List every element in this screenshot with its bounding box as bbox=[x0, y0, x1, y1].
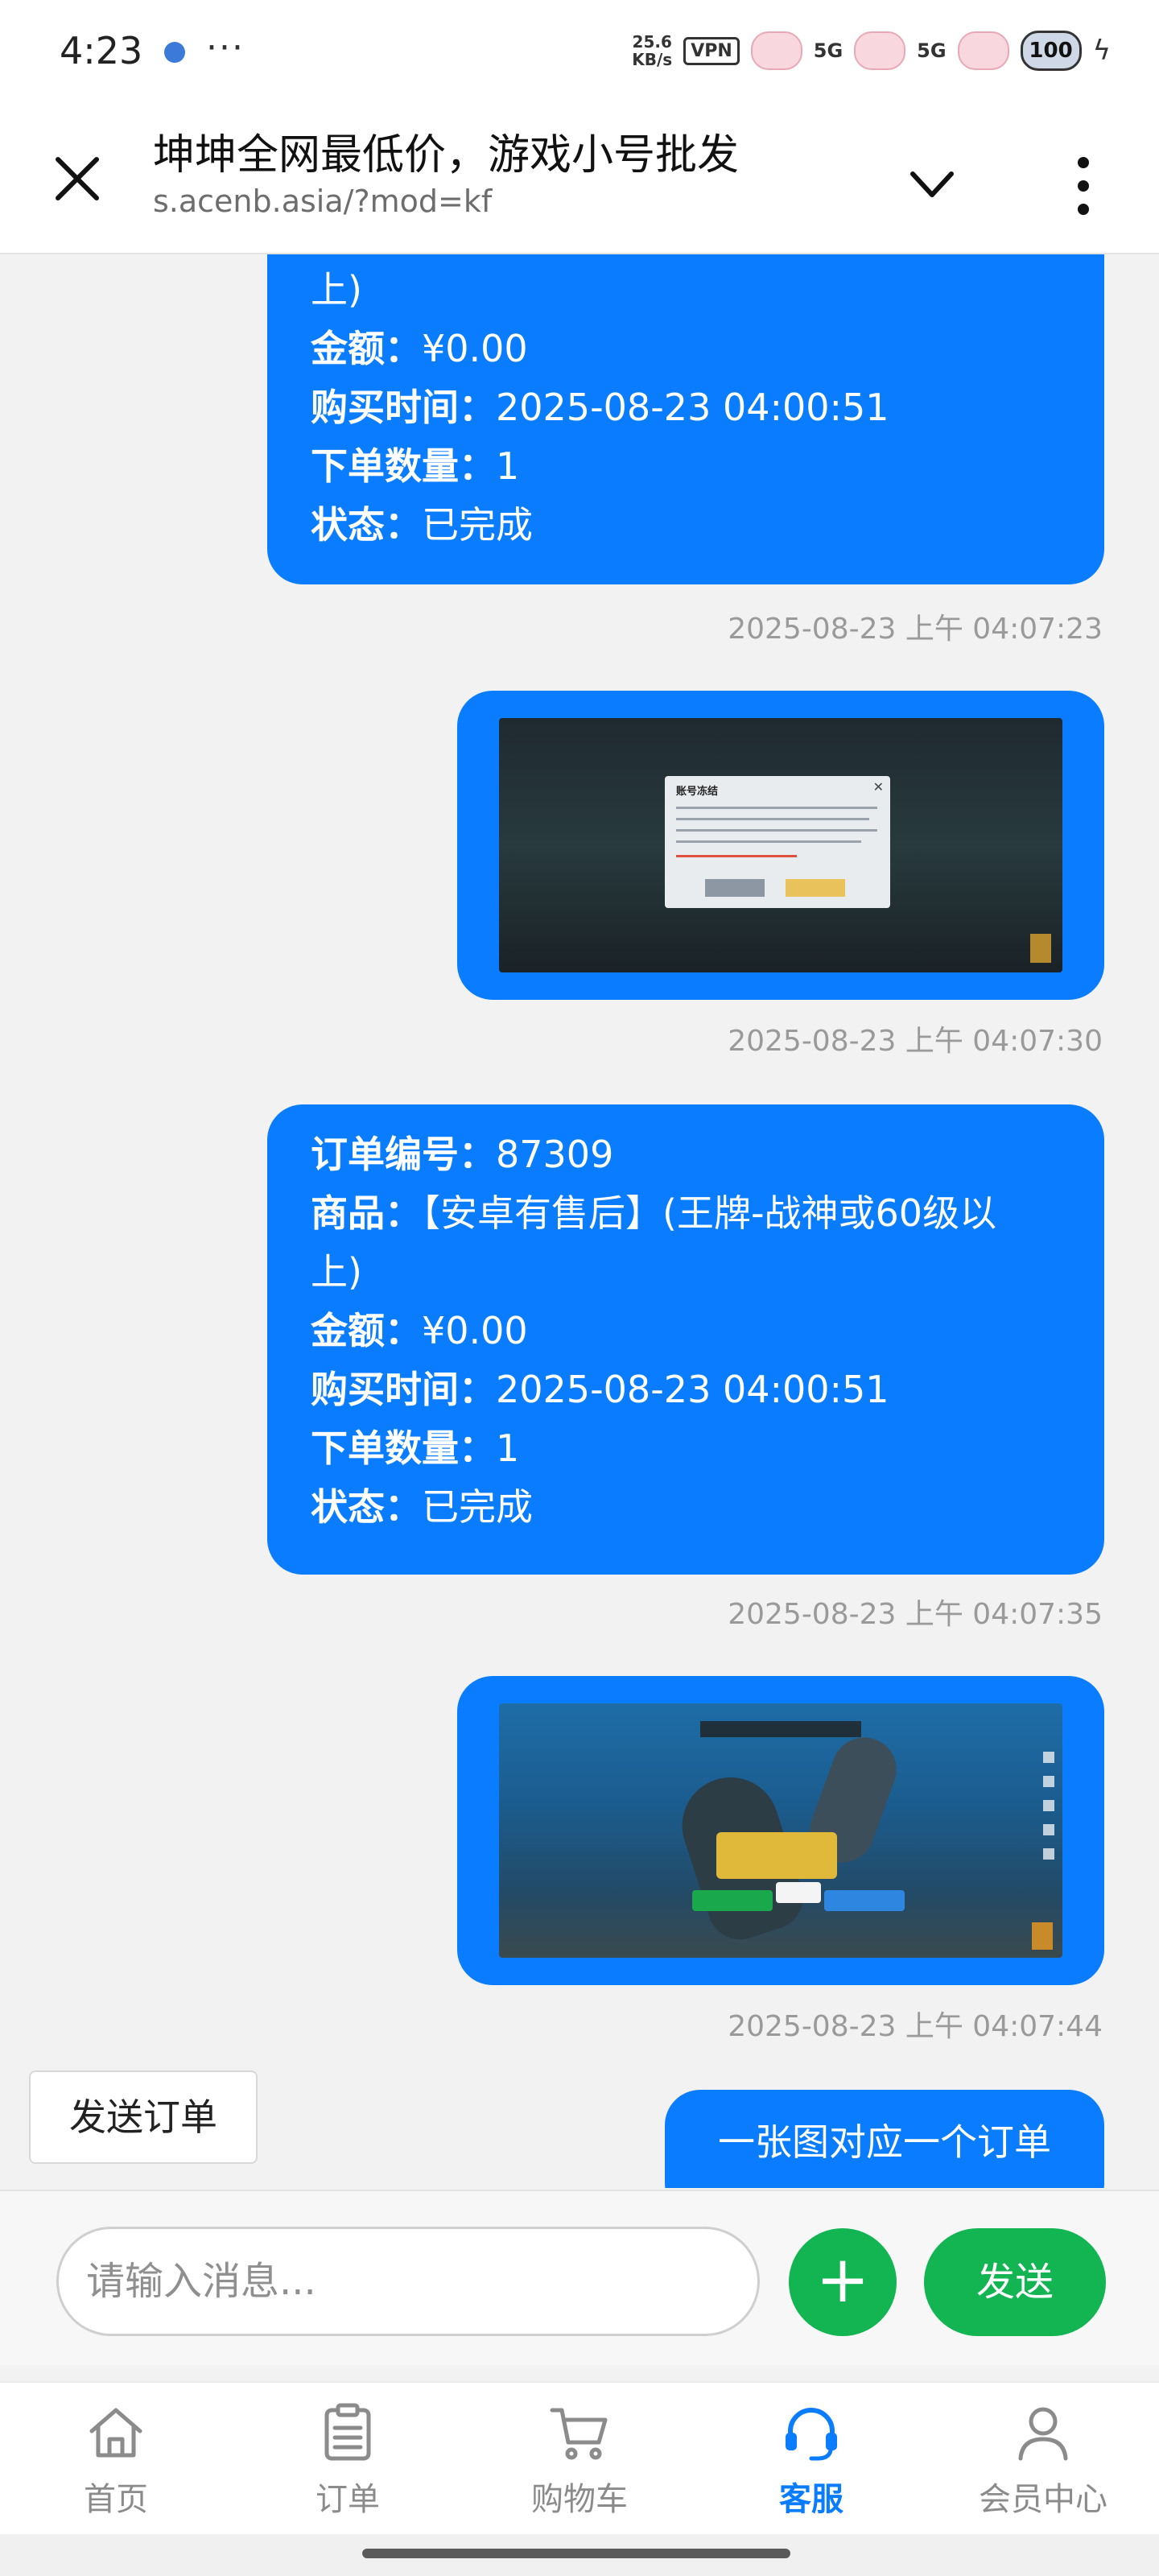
message-timestamp: 2025-08-23 上午 04:07:35 bbox=[728, 1598, 1103, 1631]
more-notifications-icon: ··· bbox=[206, 27, 245, 68]
order-purchase-time: 购买时间：2025-08-23 04:00:51 bbox=[311, 1368, 889, 1411]
add-attachment-button[interactable]: + bbox=[789, 2228, 897, 2336]
nav-label: 客服 bbox=[779, 2481, 843, 2518]
game-screenshot-image[interactable]: 账号冻结 ✕ bbox=[499, 718, 1062, 972]
app-notification-icon bbox=[164, 42, 185, 63]
page-url: s.acenb.asia/?mod=kf bbox=[153, 184, 493, 219]
network-speed-value: 25.6 bbox=[632, 32, 672, 52]
game-logo bbox=[716, 1832, 837, 1879]
dialog-title: 账号冻结 bbox=[676, 786, 719, 798]
network-speed-unit: KB/s bbox=[632, 50, 673, 69]
home-icon bbox=[89, 2408, 142, 2458]
cat-sticker-icon bbox=[750, 31, 802, 70]
order-purchase-time: 购买时间：2025-08-23 04:00:51 bbox=[311, 386, 889, 429]
message-input[interactable] bbox=[56, 2227, 760, 2336]
status-bar: 4:23 ··· 25.6 KB/s VPN 5G 5G 100 ϟ bbox=[0, 0, 1159, 105]
game-notice-bar bbox=[700, 1721, 861, 1737]
nav-label: 订单 bbox=[316, 2481, 380, 2518]
nav-item-home[interactable]: 首页 bbox=[0, 2383, 232, 2536]
nav-item-orders[interactable]: 订单 bbox=[232, 2383, 464, 2536]
message-timestamp: 2025-08-23 上午 04:07:44 bbox=[728, 2010, 1103, 2043]
nav-item-support[interactable]: 客服 bbox=[695, 2383, 927, 2536]
clipboard-icon bbox=[324, 2403, 371, 2461]
close-icon[interactable] bbox=[50, 151, 105, 206]
nav-label: 购物车 bbox=[531, 2481, 628, 2518]
dialog-warning-line bbox=[676, 855, 797, 857]
image-message-bubble[interactable] bbox=[457, 1676, 1104, 1985]
cart-icon bbox=[550, 2408, 608, 2460]
order-quantity: 下单数量：1 bbox=[311, 1426, 520, 1470]
cat-sticker-icon bbox=[854, 31, 906, 70]
send-button[interactable]: 发送 bbox=[924, 2228, 1106, 2336]
dialog-button bbox=[786, 879, 845, 897]
game-login-button bbox=[692, 1890, 773, 1911]
order-amount: 金额：¥0.00 bbox=[311, 327, 528, 370]
order-product-cont: 上) bbox=[311, 1250, 362, 1294]
chevron-down-icon[interactable] bbox=[906, 164, 958, 204]
game-toast bbox=[776, 1882, 821, 1903]
send-order-button[interactable]: 发送订单 bbox=[29, 2070, 258, 2164]
chat-area[interactable]: 上) 金额：¥0.00 购买时间：2025-08-23 04:00:51 下单数… bbox=[0, 254, 1159, 2188]
message-timestamp: 2025-08-23 上午 04:07:23 bbox=[728, 613, 1103, 646]
text-message-bubble: 一张图对应一个订单 bbox=[665, 2090, 1104, 2188]
game-badge-icon bbox=[1030, 934, 1051, 963]
order-quantity: 下单数量：1 bbox=[311, 444, 520, 488]
user-icon bbox=[1018, 2407, 1068, 2461]
order-line: 上) bbox=[311, 268, 362, 312]
game-login-button bbox=[824, 1890, 905, 1911]
bottom-navigation: 首页 订单 购物车 客服 会员中心 bbox=[0, 2381, 1159, 2536]
order-message-bubble: 订单编号：87309 商品：【安卓有售后】(王牌-战神或60级以 上) 金额：¥… bbox=[267, 1104, 1104, 1575]
headset-icon bbox=[786, 2408, 837, 2461]
message-timestamp: 2025-08-23 上午 04:07:30 bbox=[728, 1025, 1103, 1058]
dialog-button bbox=[705, 879, 765, 897]
game-screenshot-image[interactable] bbox=[499, 1703, 1062, 1958]
signal-5g-icon: 5G bbox=[917, 39, 947, 62]
dialog-text-line bbox=[676, 829, 877, 832]
status-indicators: 25.6 KB/s VPN 5G 5G 100 ϟ bbox=[632, 31, 1111, 71]
dialog-text-line bbox=[676, 818, 869, 820]
browser-header: 坤坤全网最低价，游戏小号批发 s.acenb.asia/?mod=kf bbox=[0, 105, 1159, 254]
cat-sticker-icon bbox=[957, 31, 1009, 70]
more-menu-icon[interactable] bbox=[1059, 150, 1107, 222]
nav-item-member-center[interactable]: 会员中心 bbox=[927, 2383, 1159, 2536]
message-text: 一张图对应一个订单 bbox=[718, 2120, 1051, 2164]
signal-5g-icon: 5G bbox=[813, 39, 843, 62]
message-input-bar: + 发送 bbox=[0, 2190, 1159, 2365]
nav-label: 首页 bbox=[84, 2481, 148, 2518]
battery-icon: 100 bbox=[1020, 31, 1082, 71]
order-number: 订单编号：87309 bbox=[311, 1133, 614, 1176]
image-message-bubble[interactable]: 账号冻结 ✕ bbox=[457, 691, 1104, 1000]
order-message-bubble: 上) 金额：¥0.00 购买时间：2025-08-23 04:00:51 下单数… bbox=[267, 254, 1104, 584]
order-product: 商品：【安卓有售后】(王牌-战神或60级以 bbox=[311, 1191, 997, 1235]
game-side-icons bbox=[1043, 1752, 1054, 1872]
dialog-text-line bbox=[676, 807, 877, 809]
nav-label: 会员中心 bbox=[979, 2481, 1107, 2518]
nav-item-cart[interactable]: 购物车 bbox=[464, 2383, 695, 2536]
account-frozen-dialog: 账号冻结 ✕ bbox=[665, 776, 890, 908]
order-amount: 金额：¥0.00 bbox=[311, 1309, 528, 1352]
charging-icon: ϟ bbox=[1092, 35, 1111, 67]
dialog-text-line bbox=[676, 840, 861, 843]
game-badge-icon bbox=[1032, 1922, 1053, 1950]
home-indicator[interactable] bbox=[362, 2549, 790, 2558]
order-status: 状态：已完成 bbox=[311, 503, 533, 547]
order-status: 状态：已完成 bbox=[311, 1485, 533, 1529]
page-title: 坤坤全网最低价，游戏小号批发 bbox=[153, 131, 740, 180]
vpn-icon: VPN bbox=[683, 36, 740, 65]
status-time: 4:23 bbox=[60, 29, 143, 72]
dialog-close-icon: ✕ bbox=[872, 779, 884, 795]
network-speed: 25.6 KB/s bbox=[632, 33, 672, 68]
